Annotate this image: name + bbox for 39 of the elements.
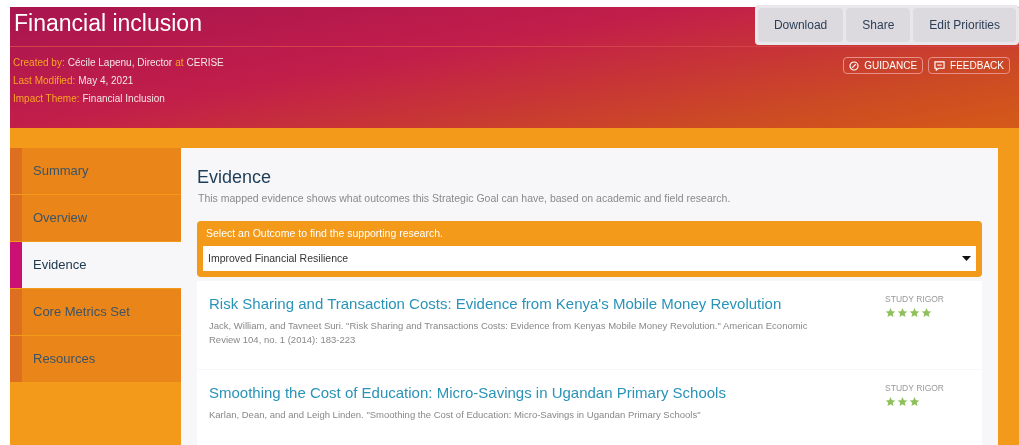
header-link[interactable]: FEEDBACK [928, 57, 1010, 74]
sidebar-tab[interactable]: Resources [10, 336, 181, 382]
select-label: Select an Outcome to find the supporting research. [206, 226, 444, 242]
star-icon [885, 306, 897, 318]
star-icon [885, 395, 897, 407]
header-button[interactable]: Edit Priorities [913, 8, 1016, 42]
sidebar-tab[interactable]: Core Metrics Set [10, 289, 181, 335]
star-icon [897, 306, 909, 318]
sidebar-tab[interactable]: Summary [10, 148, 181, 194]
meta-label: Created by: [13, 56, 65, 70]
study-citation: Karlan, Dean, and and Leigh Linden. "Smoothing the Cost of Education: Micro-Savings in Ugandan Primary Schools" [209, 407, 702, 422]
star-icon [897, 395, 909, 407]
caret-icon [962, 256, 971, 261]
meta-value: May 4, 2021 [78, 74, 134, 88]
meta-label: Impact Theme: [13, 92, 80, 106]
rigor-label: STUDY RIGOR [885, 293, 944, 306]
meta-label: Last Modified: [13, 74, 76, 88]
speech-bubble-icon [934, 60, 946, 71]
star-icon [921, 306, 933, 318]
compass-icon [849, 60, 860, 71]
section-description: This mapped evidence shows what outcomes this Strategic Goal can have, based on academic and field research. [198, 190, 732, 206]
meta-value: Cécile Lapenu, Director [67, 56, 173, 70]
header-link[interactable]: GUIDANCE [843, 57, 924, 74]
meta-value: CERISE [186, 56, 224, 70]
section-title: Evidence [197, 166, 273, 189]
header-button[interactable]: Download [757, 8, 844, 42]
meta-label: at [175, 56, 184, 70]
page-title: Financial inclusion [13, 9, 202, 38]
rigor-label: STUDY RIGOR [885, 382, 944, 395]
star-icon [909, 395, 921, 407]
sidebar-tab[interactable]: Overview [10, 195, 181, 241]
sidebar-tab[interactable]: Evidence [10, 242, 181, 288]
study-title[interactable]: Smoothing the Cost of Education: Micro-Savings in Ugandan Primary Schools [209, 382, 809, 405]
star-icon [909, 306, 921, 318]
header-button[interactable]: Share [846, 8, 911, 42]
meta-value: Financial Inclusion [82, 92, 165, 106]
study-citation: Jack, William, and Tavneet Suri. "Risk Sharing and Transactions Costs: Evidence from Kenyas Mobile Money Revolution." American Economic Review 104, no. 1 (2014): 183-223 [209, 318, 809, 347]
outcome-select[interactable]: Improved Financial Resilience [203, 246, 976, 271]
study-title[interactable]: Risk Sharing and Transaction Costs: Evidence from Kenya's Mobile Money Revolution [209, 293, 809, 316]
